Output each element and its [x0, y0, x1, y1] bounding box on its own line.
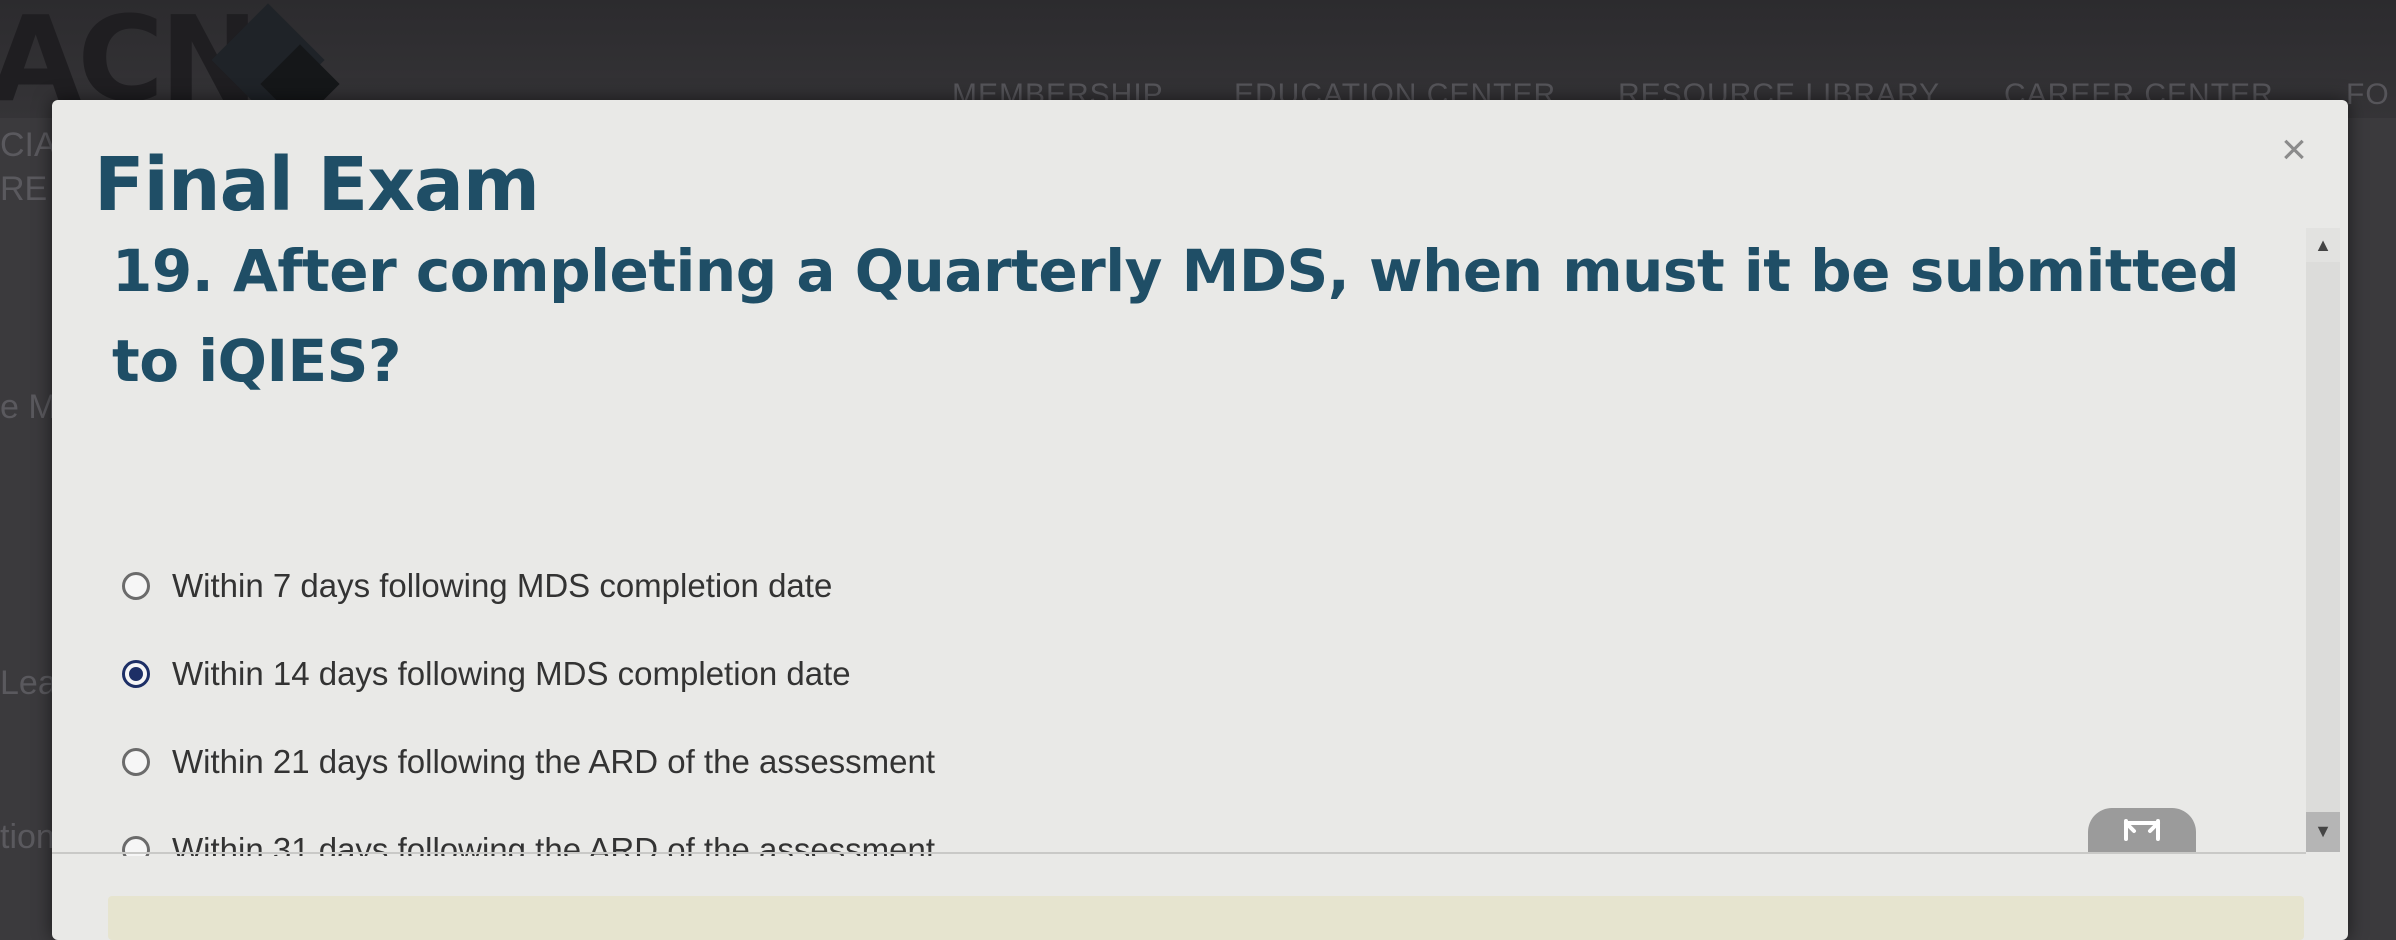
radio-button[interactable] [122, 748, 150, 776]
answer-option-label: Within 21 days following the ARD of the … [172, 743, 936, 780]
modal-title: Final Exam [94, 142, 540, 228]
answer-option[interactable]: Within 14 days following MDS completion … [122, 630, 1722, 718]
side-text-fragment: tion [0, 818, 55, 856]
expand-icon [2124, 819, 2160, 841]
modal-divider [52, 852, 2306, 854]
answer-option-label: Within 14 days following MDS completion … [172, 655, 851, 692]
question-content: 19. After completing a Quarterly MDS, wh… [94, 226, 2264, 856]
close-icon[interactable]: × [2274, 128, 2314, 172]
question-text: 19. After completing a Quarterly MDS, wh… [112, 237, 2240, 395]
side-text-fragment: CIA [0, 126, 57, 164]
answer-option[interactable]: Within 7 days following MDS completion d… [122, 542, 1722, 630]
radio-button[interactable] [122, 660, 150, 688]
triangle-up-icon[interactable]: ▲ [2306, 228, 2340, 262]
answer-option-label: Within 7 days following MDS completion d… [172, 567, 833, 604]
exam-modal: Final Exam × 19. After completing a Quar… [52, 100, 2348, 940]
side-text-fragment: Lea [0, 664, 57, 702]
footer-strip [108, 896, 2304, 940]
radio-button[interactable] [122, 572, 150, 600]
content-scrollbar[interactable]: ▲ ▼ [2306, 228, 2340, 852]
answer-option[interactable]: Within 21 days following the ARD of the … [122, 718, 1722, 806]
side-text-fragment: e M [0, 388, 57, 426]
scrollbar-track[interactable] [2306, 262, 2340, 814]
answer-options: Within 7 days following MDS completion d… [122, 542, 1722, 856]
answer-option[interactable]: Within 31 days following the ARD of the … [122, 806, 1722, 856]
nav-more[interactable]: FO [2346, 78, 2390, 112]
expand-tab-button[interactable] [2088, 808, 2196, 852]
triangle-down-icon[interactable]: ▼ [2306, 814, 2340, 848]
